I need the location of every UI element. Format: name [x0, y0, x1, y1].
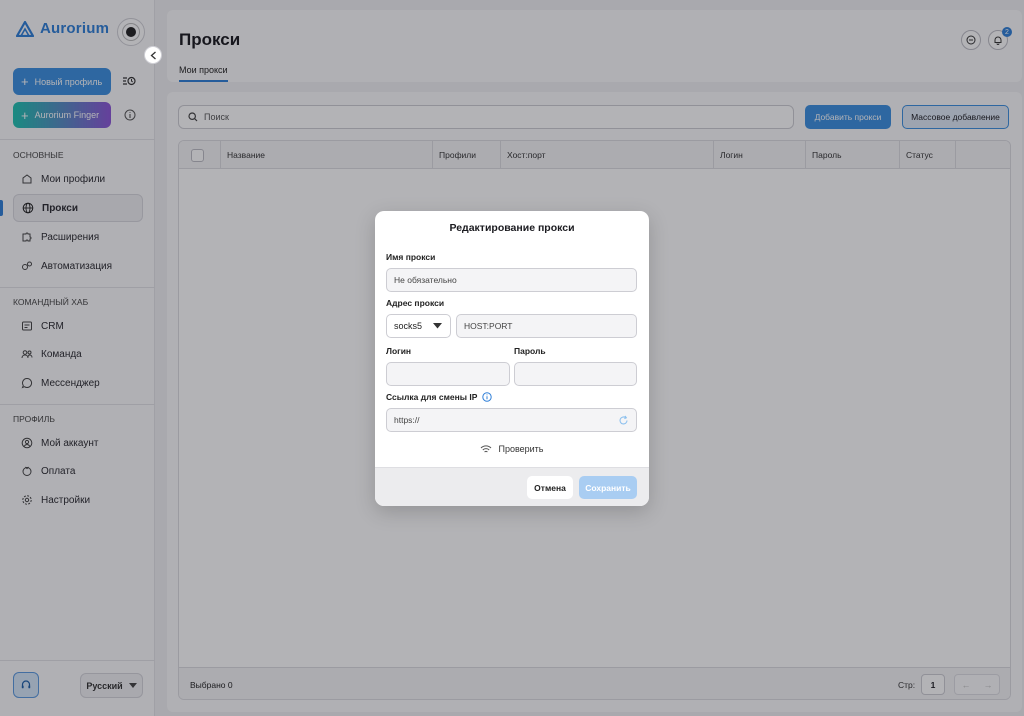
chevron-down-icon [433, 323, 442, 329]
collapse-sidebar-button[interactable] [144, 46, 162, 64]
proxy-name-input[interactable]: Не обязательно [386, 268, 637, 292]
ip-link-label: Ссылка для смены IP [386, 392, 478, 402]
password-label: Пароль [514, 346, 546, 356]
login-label: Логин [386, 346, 412, 356]
info-icon[interactable] [482, 392, 493, 402]
proxy-name-placeholder: Не обязательно [394, 275, 457, 285]
login-input[interactable] [386, 362, 510, 386]
protocol-value: socks5 [394, 321, 423, 331]
check-proxy-button[interactable]: Проверить [375, 444, 649, 454]
protocol-select[interactable]: socks5 [386, 314, 451, 338]
wifi-icon [481, 444, 492, 452]
proxy-address-label: Адрес прокси [386, 298, 445, 308]
refresh-icon[interactable] [618, 415, 629, 426]
dialog-title: Редактирование прокси [449, 222, 575, 234]
host-port-input[interactable]: HOST:PORT [456, 314, 637, 338]
save-button[interactable]: Сохранить [579, 476, 637, 499]
chevron-left-icon [150, 51, 156, 59]
cancel-button[interactable]: Отмена [527, 476, 573, 499]
check-label: Проверить [498, 444, 544, 454]
edit-proxy-dialog: Редактирование прокси Имя прокси Не обяз… [375, 211, 649, 506]
host-port-placeholder: HOST:PORT [464, 321, 513, 331]
ip-link-label-row: Ссылка для смены IP [386, 392, 493, 402]
password-input[interactable] [514, 362, 637, 386]
dialog-footer: Отмена Сохранить [375, 467, 649, 506]
proxy-name-label: Имя прокси [386, 252, 436, 262]
ip-link-placeholder: https:// [394, 415, 420, 425]
ip-change-link-input[interactable]: https:// [386, 408, 637, 432]
